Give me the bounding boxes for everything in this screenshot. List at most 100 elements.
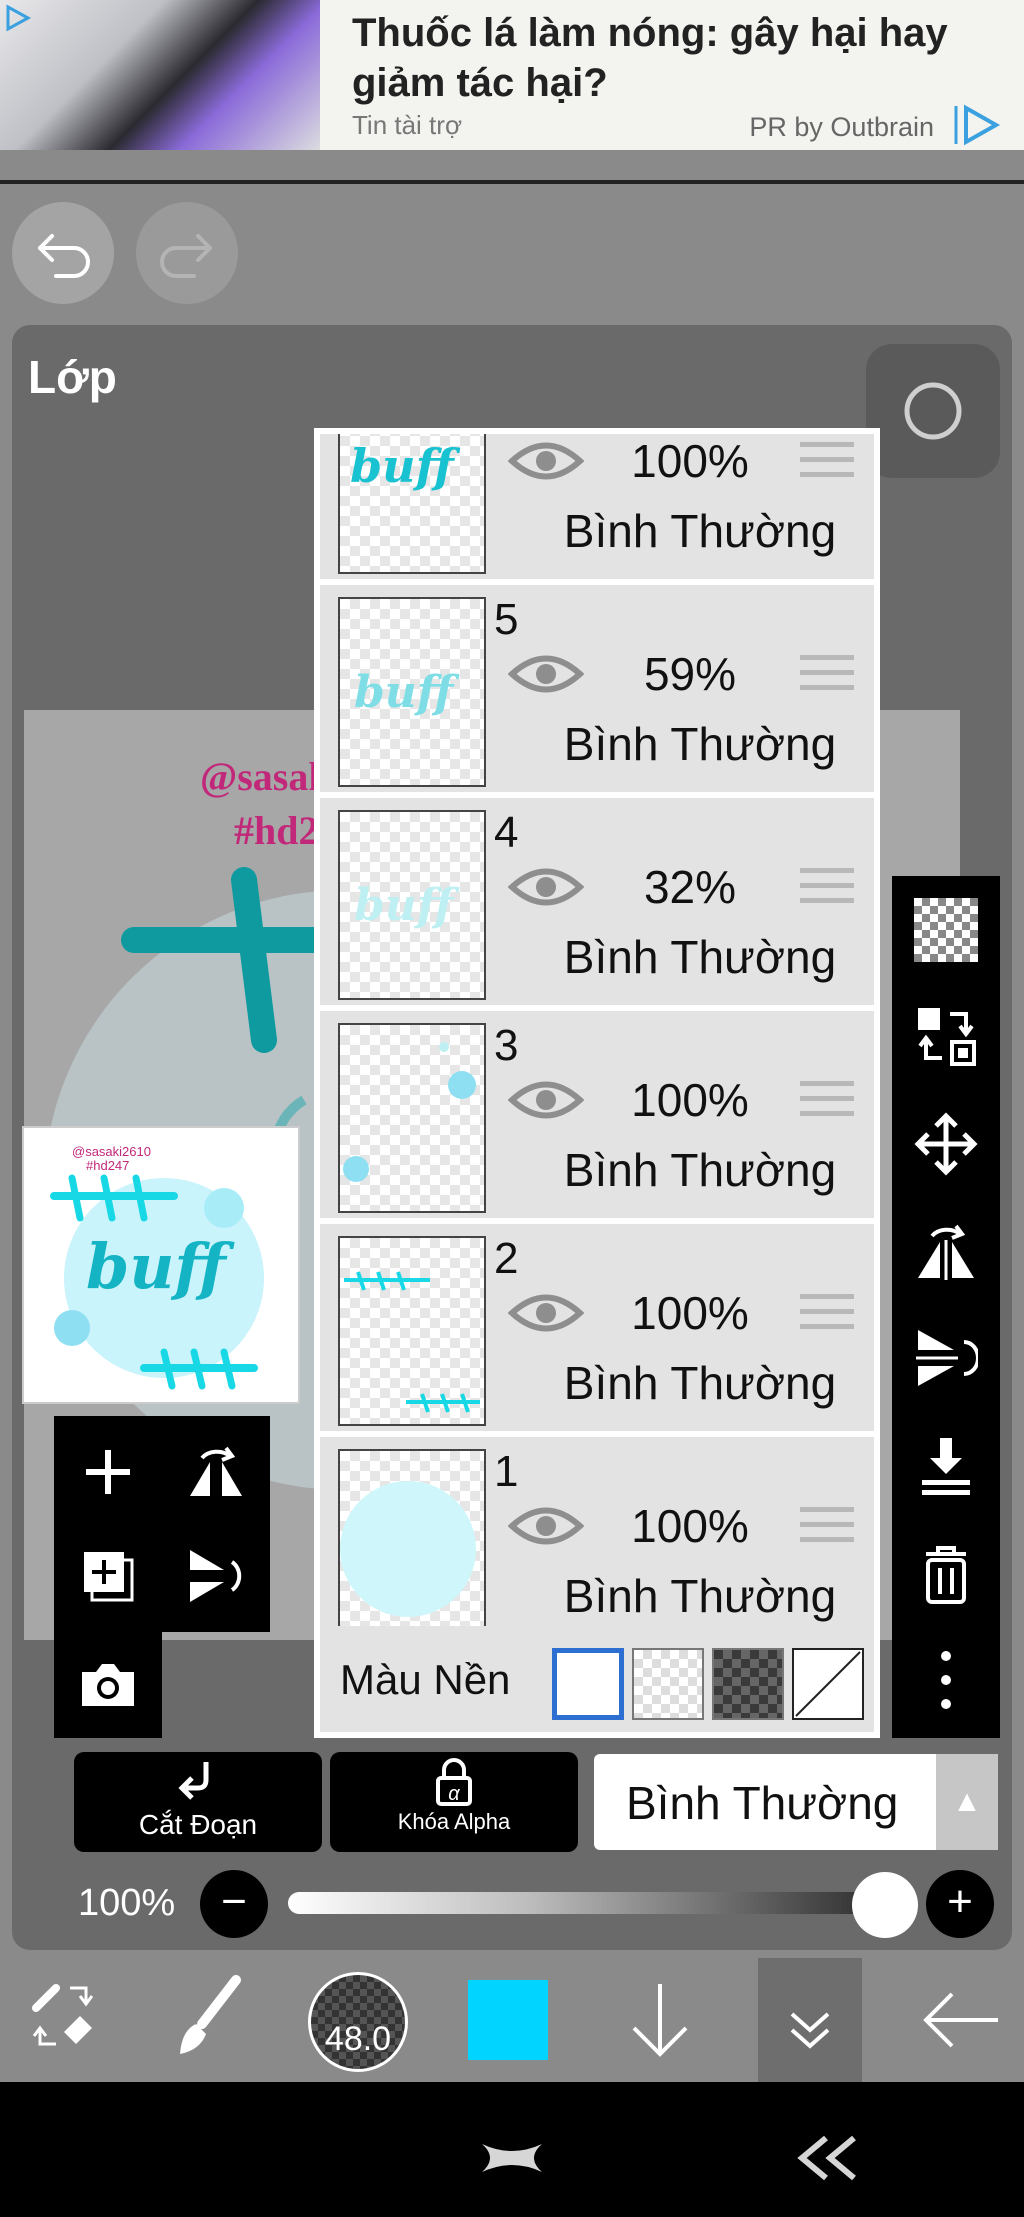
svg-text:buff: buff [354,880,460,931]
opacity-slider-knob[interactable] [852,1872,918,1938]
layer-item[interactable]: 1 100% Bình Thường [320,1437,874,1647]
layer-opacity[interactable]: 32% [620,860,760,914]
back-button[interactable] [916,1958,1006,2082]
add-layer-button[interactable] [76,1440,140,1504]
blend-mode-select[interactable]: Bình Thường ▲ [594,1754,998,1850]
layer-item[interactable]: 2 100% Bình Thường [320,1224,874,1434]
layer-blend-mode[interactable]: Bình Thường [540,1356,860,1410]
checker-icon[interactable] [914,898,978,962]
app-switch-button[interactable] [474,2122,550,2194]
visibility-eye-icon[interactable] [507,1503,585,1549]
more-icon[interactable] [914,1648,978,1712]
layer-item[interactable]: buff 100% Bình Thường [320,434,874,582]
ad-banner[interactable]: Thuốc lá làm nóng: gây hại hay giảm tác … [0,0,1024,150]
brush-tool-button[interactable] [166,1958,252,2082]
layer-thumbnail: buff [338,597,486,787]
brush-icon [180,1975,241,2054]
layers-list[interactable]: buff 100% Bình Thường buff 5 59% Bình Th… [314,428,880,1738]
alpha-lock-label: Khóa Alpha [397,1809,511,1834]
ring-button[interactable] [866,344,1000,478]
drag-handle-icon[interactable] [800,1081,854,1125]
layer-blend-mode[interactable]: Bình Thường [540,1143,860,1197]
move-down-button[interactable] [620,1958,700,2082]
bottom-toolbar: 48.0 [0,1958,1024,2082]
drag-handle-icon[interactable] [800,1294,854,1338]
layer-opacity[interactable]: 100% [620,1073,760,1127]
visibility-eye-icon[interactable] [507,1077,585,1123]
camera-button[interactable] [76,1652,140,1716]
layer-item[interactable]: buff 5 59% Bình Thường [320,585,874,795]
ad-title[interactable]: Thuốc lá làm nóng: gây hại hay giảm tác … [352,8,1002,108]
ad-provider-label[interactable]: PR by Outbrain [749,112,934,143]
clipping-button[interactable]: Cắt Đoạn [74,1752,322,1852]
drag-handle-icon[interactable] [800,1507,854,1551]
bg-none-option[interactable] [792,1648,864,1720]
layer-blend-mode[interactable]: Bình Thường [540,504,860,558]
duplicate-layer-button[interactable] [76,1544,140,1608]
ad-image[interactable] [0,0,320,150]
nav-back-button[interactable] [790,2122,866,2194]
swap-layers-icon[interactable] [914,1004,978,1068]
opacity-slider[interactable] [288,1892,888,1914]
ad-choices-icon[interactable] [4,4,34,34]
visibility-eye-icon[interactable] [507,651,585,697]
undo-button[interactable] [12,202,114,304]
flip-horizontal-button[interactable] [184,1440,248,1504]
flip-horizontal-icon [190,1446,242,1496]
bg-transparent-dark-option[interactable] [712,1648,784,1720]
layer-opacity[interactable]: 100% [620,1286,760,1340]
layer-opacity[interactable]: 100% [620,1499,760,1553]
layer-blend-mode[interactable]: Bình Thường [540,930,860,984]
flip-horizontal-icon[interactable] [914,1220,978,1284]
opacity-row: 100% − + [0,1860,1024,1950]
transform-tool-button[interactable] [20,1958,106,2082]
redo-icon [160,234,212,278]
opacity-value: 100% [78,1882,176,1924]
trash-icon[interactable] [914,1542,978,1606]
blend-mode-value: Bình Thường [626,1777,899,1829]
layer-blend-mode[interactable]: Bình Thường [540,717,860,771]
layer-number: 2 [494,1234,519,1283]
panel-title: Lớp [28,351,117,403]
plus-icon [86,1450,130,1494]
drag-handle-icon[interactable] [800,868,854,912]
opacity-decrease-button[interactable]: − [200,1870,268,1938]
redo-button[interactable] [136,202,238,304]
layer-item[interactable]: 3 100% Bình Thường [320,1011,874,1221]
drag-handle-icon[interactable] [800,655,854,699]
visibility-eye-icon[interactable] [507,864,585,910]
double-chevron-down-icon [790,2012,830,2049]
layer-opacity[interactable]: 59% [620,647,760,701]
bg-transparent-light-option[interactable] [632,1648,704,1720]
flip-vertical-icon[interactable] [914,1326,980,1390]
arrow-left-icon [923,1992,998,2048]
layer-thumbnail: buff [338,434,486,574]
ad-sponsor-label: Tin tài trợ [352,110,462,140]
opacity-increase-button[interactable]: + [926,1870,994,1938]
caret-up-icon[interactable]: ▲ [936,1754,998,1850]
visibility-eye-icon[interactable] [507,438,585,484]
canvas-thumbnail[interactable]: @sasaki2610 #hd247 buff [22,1126,300,1404]
layer-thumbnail [338,1023,486,1213]
bg-white-option[interactable] [552,1648,624,1720]
visibility-eye-icon[interactable] [507,1290,585,1336]
layer-item[interactable]: buff 4 32% Bình Thường [320,798,874,1008]
collapse-button[interactable] [758,1958,862,2082]
merge-down-icon[interactable] [914,1434,978,1498]
layer-opacity[interactable]: 100% [620,434,760,488]
camera-icon [82,1664,134,1706]
layer-blend-mode[interactable]: Bình Thường [540,1569,860,1623]
system-nav-bar [0,2082,1024,2217]
brush-size-button[interactable]: 48.0 [306,1958,410,2082]
thumb-watermark-2: #hd247 [86,1158,129,1173]
move-icon[interactable] [914,1112,978,1176]
thumb-word: buff [86,1230,235,1303]
color-button[interactable] [468,1958,548,2082]
flip-vertical-button[interactable] [184,1544,248,1608]
flip-vertical-icon [190,1550,242,1602]
alpha-lock-button[interactable]: α Khóa Alpha [330,1752,578,1852]
undo-icon [38,234,90,278]
drag-handle-icon[interactable] [800,442,854,486]
color-swatch [468,1980,548,2060]
outbrain-icon[interactable] [952,102,1004,148]
